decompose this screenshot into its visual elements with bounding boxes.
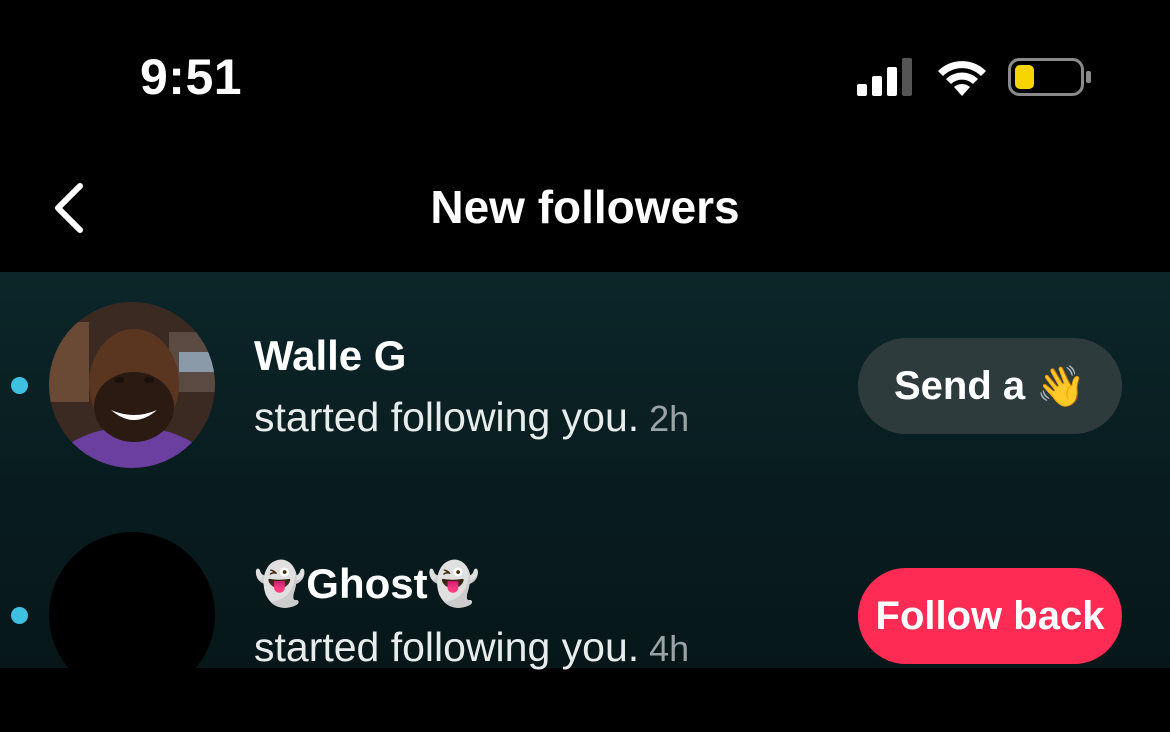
follow-back-button[interactable]: Follow back: [858, 568, 1122, 664]
cellular-signal-icon: [857, 58, 912, 96]
activity-label: started following you.: [254, 624, 640, 670]
activity-text: started following you. 4h: [254, 624, 689, 671]
unread-dot: [11, 377, 28, 394]
activity-label: started following you.: [254, 394, 640, 440]
activity-text: started following you. 2h: [254, 394, 689, 441]
page-title: New followers: [430, 181, 740, 233]
time-ago: 2h: [649, 398, 690, 439]
follower-name[interactable]: Walle G: [254, 332, 406, 380]
status-time: 9:51: [140, 49, 243, 105]
send-wave-button[interactable]: Send a 👋: [858, 338, 1122, 434]
battery-low-icon: [1008, 58, 1091, 96]
avatar-photo: [49, 302, 215, 468]
follower-row[interactable]: 👻Ghost👻 started following you. 4h Follow …: [0, 502, 1170, 732]
avatar[interactable]: [49, 302, 215, 468]
follower-name[interactable]: 👻Ghost👻: [254, 560, 480, 609]
time-ago: 4h: [649, 628, 690, 669]
status-bar: 9:51: [0, 0, 1170, 150]
waving-hand-icon: 👋: [1036, 364, 1087, 409]
wifi-icon: [938, 61, 986, 96]
avatar[interactable]: [49, 532, 215, 698]
send-wave-label: Send a: [893, 363, 1026, 408]
unread-dot: [11, 607, 28, 624]
followers-list: Walle G started following you. 2h Send a …: [0, 272, 1170, 698]
follower-row[interactable]: Walle G started following you. 2h Send a …: [0, 272, 1170, 502]
header: New followers: [0, 150, 1170, 272]
